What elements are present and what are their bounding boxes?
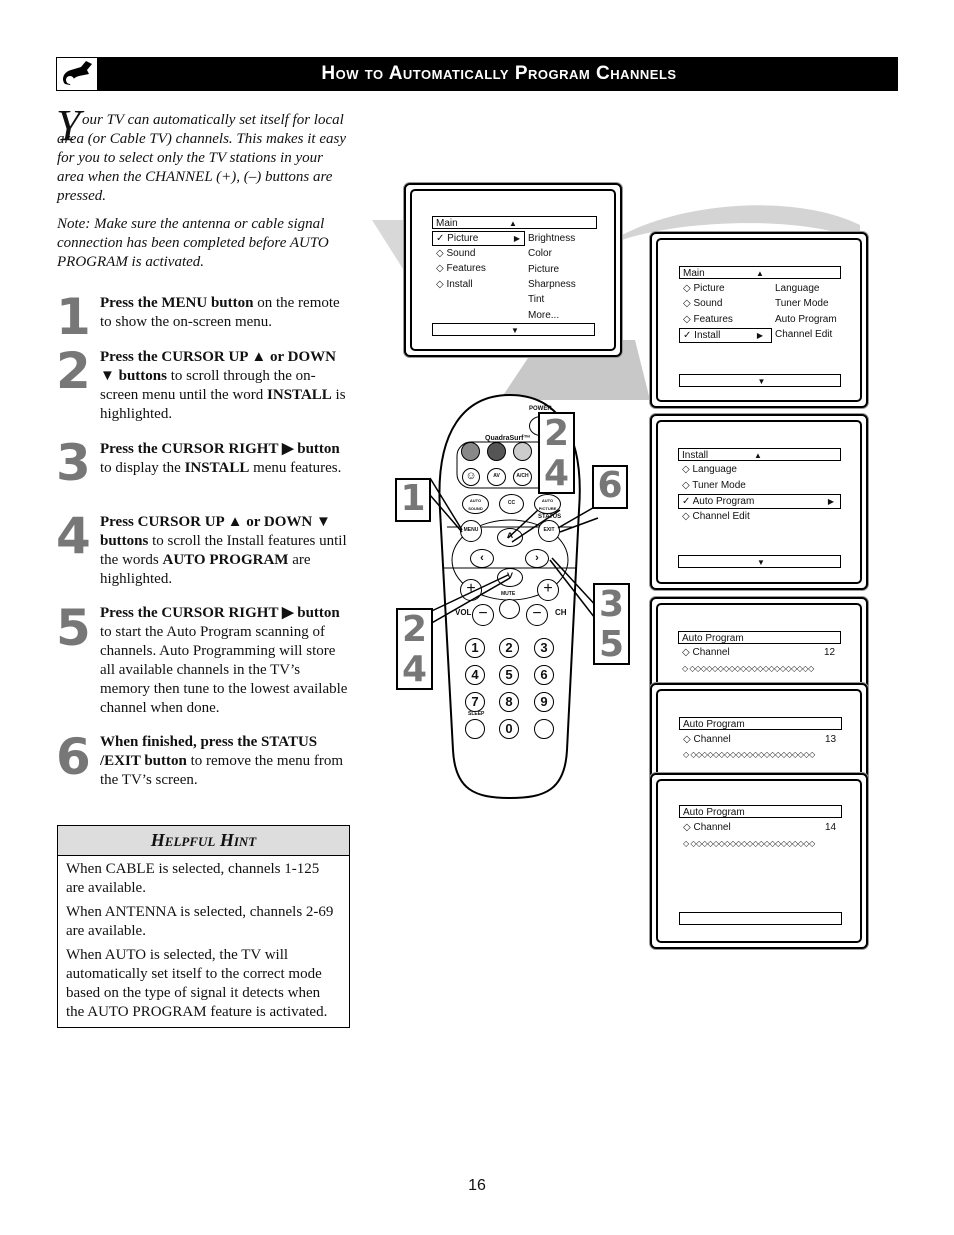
arrow-right-icon: ▶: [513, 234, 520, 243]
osd-subitem: More...: [528, 310, 560, 321]
tv-screen-main-install: Main ▲ ◇ Picture ◇ Sound ◇ Features ✓ Ins…: [650, 232, 868, 408]
arrow-up-icon: ▲: [756, 269, 764, 278]
osd-item-selected: ✓ Picture ▶: [432, 231, 525, 246]
callout-step-3-5: 3 5: [593, 583, 630, 665]
arrow-up-icon: ▲: [509, 219, 517, 228]
osd-bottom-bar: [679, 912, 842, 925]
osd-subitem: Language: [775, 283, 820, 294]
step-number: 4: [56, 507, 91, 565]
osd-item: ◇ Install: [436, 279, 473, 290]
osd-subitem: Sharpness: [528, 279, 576, 290]
step-4-bold2: AUTO PROGRAM: [162, 552, 289, 568]
osd-item: ◇ Sound: [436, 248, 476, 259]
osd-item: ◇ Channel: [683, 734, 731, 745]
arrow-up-icon: ▲: [754, 451, 762, 460]
scan-progress-dots: ◇ ◇◇◇◇◇◇◇◇◇◇◇◇◇◇◇◇◇◇◇◇◇◇: [683, 750, 815, 759]
osd-title-bar: Auto Program: [679, 805, 842, 818]
step-number: 2: [56, 342, 91, 400]
osd-item-selected: ✓ Install ▶: [679, 328, 772, 343]
osd-item: ◇ Features: [683, 314, 733, 325]
osd-bottom-bar: ▼: [432, 323, 595, 336]
intro-paragraph: our TV can automatically set itself for …: [57, 111, 349, 206]
step-number: 5: [56, 599, 91, 657]
osd-subitem: Picture: [528, 264, 560, 275]
osd-title-bar: Install ▲: [678, 448, 841, 461]
callout-step-2-4-down: 2 4: [396, 608, 433, 690]
osd-subitem: Tint: [528, 294, 545, 305]
osd-title-bar: Auto Program: [678, 631, 841, 644]
osd-item: ◇ Features: [436, 263, 486, 274]
channel-number: 13: [825, 734, 837, 745]
osd-item: ◇ Language: [682, 464, 737, 475]
step-5-text: Press the CURSOR RIGHT ▶ button to start…: [100, 604, 352, 718]
callout-step-6: 6: [592, 465, 628, 509]
sleep-button[interactable]: [465, 719, 485, 739]
hint-title: Helpful Hint: [58, 826, 349, 856]
step-number: 3: [56, 434, 91, 492]
step-1-text: Press the MENU button on the remote to s…: [100, 294, 352, 332]
scan-progress-dots: ◇ ◇◇◇◇◇◇◇◇◇◇◇◇◇◇◇◇◇◇◇◇◇◇: [682, 664, 814, 673]
page-number: 16: [468, 1177, 486, 1194]
step-4-text: Press CURSOR UP ▲ or DOWN ▼ buttons to s…: [100, 513, 352, 589]
step-6-text: When finished, press the STATUS /EXIT bu…: [100, 733, 352, 790]
osd-title-bar: Main ▲: [679, 266, 841, 279]
arrow-right-icon: ▶: [827, 497, 834, 506]
digit-0-button[interactable]: 0: [499, 719, 519, 739]
intro-text: our TV can automatically set itself for …: [57, 112, 346, 204]
osd-subitem: Color: [528, 248, 552, 259]
step-3-text: Press the CURSOR RIGHT ▶ button to displ…: [100, 440, 352, 478]
step-number: 1: [56, 288, 91, 346]
step-3-bold2: INSTALL: [184, 460, 250, 476]
helpful-hint-box: Helpful Hint When CABLE is selected, cha…: [57, 825, 350, 1028]
callout-step-2-4-up: 2 4: [538, 412, 575, 494]
step-3-bold: Press the CURSOR RIGHT ▶ button: [100, 441, 340, 457]
hint-paragraph: When ANTENNA is selected, channels 2-69 …: [66, 904, 334, 939]
callout-step-1: 1: [395, 478, 431, 522]
note-paragraph: Note: Make sure the antenna or cable sig…: [57, 216, 329, 270]
osd-title-bar: Main ▲: [432, 216, 597, 229]
hint-paragraph: When CABLE is selected, channels 1-125 a…: [66, 861, 320, 896]
tv-screen-main-picture: Main ▲ ✓ Picture ▶ ◇ Sound ◇ Features ◇ In…: [404, 183, 622, 357]
osd-bottom-bar: ▼: [678, 555, 841, 568]
osd-title-bar: Auto Program: [679, 717, 842, 730]
arrow-down-icon: ▼: [757, 558, 765, 567]
step-3-rest2: menu features.: [249, 460, 342, 476]
step-2-text: Press the CURSOR UP ▲ or DOWN ▼ buttons …: [100, 348, 352, 424]
step-3-rest: to display the: [100, 460, 185, 476]
osd-subitem: Channel Edit: [775, 329, 833, 340]
osd-subitem: Tuner Mode: [775, 298, 829, 309]
osd-bottom-bar: ▼: [679, 374, 841, 387]
osd-item: ◇ Channel Edit: [682, 511, 750, 522]
step-5-bold: Press the CURSOR RIGHT ▶ button: [100, 605, 340, 621]
osd-item: ◇ Tuner Mode: [682, 480, 746, 491]
hint-paragraph: When AUTO is selected, the TV will autom…: [66, 947, 328, 1020]
osd-item: ◇ Picture: [683, 283, 725, 294]
tv-screen-install: Install ▲ ◇ Language ◇ Tuner Mode ✓ Auto …: [650, 414, 868, 590]
channel-number: 12: [824, 647, 836, 658]
osd-subitem: Brightness: [528, 233, 576, 244]
arrow-down-icon: ▼: [511, 326, 519, 335]
step-1-bold: Press the MENU button: [100, 295, 254, 311]
osd-item: ◇ Channel: [682, 647, 730, 658]
arrow-right-icon: ▶: [756, 331, 763, 340]
step-number: 6: [56, 728, 91, 786]
page-title: How to Automatically Program Channels: [321, 63, 677, 84]
scan-progress-dots: ◇ ◇◇◇◇◇◇◇◇◇◇◇◇◇◇◇◇◇◇◇◇◇◇: [683, 839, 815, 848]
osd-item: ◇ Channel: [683, 822, 731, 833]
arrow-down-icon: ▼: [757, 377, 766, 386]
blank-button[interactable]: [534, 719, 554, 739]
osd-item: ◇ Sound: [683, 298, 723, 309]
tv-screen-auto-program-14: Auto Program ◇ Channel 14 ◇ ◇◇◇◇◇◇◇◇◇◇◇◇…: [650, 773, 868, 949]
channel-number: 14: [825, 822, 837, 833]
osd-subitem: Auto Program: [775, 314, 837, 325]
step-2-bold2: INSTALL: [267, 387, 332, 403]
sleep-label: SLEEP: [468, 711, 485, 717]
step-5-rest: to start the Auto Program scanning of ch…: [100, 624, 348, 716]
wrench-icon: [57, 58, 97, 90]
osd-item-selected: ✓ Auto Program ▶: [678, 494, 841, 509]
